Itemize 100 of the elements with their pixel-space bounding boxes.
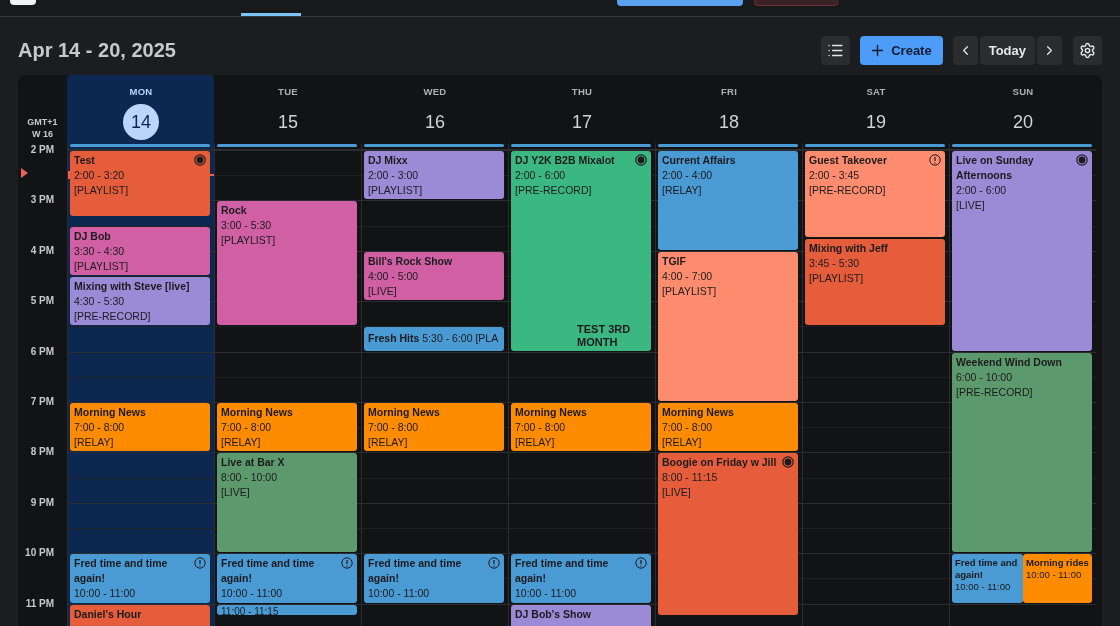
hour-label: 4 PM	[30, 244, 54, 256]
event-card[interactable]: Mixing with Jeff 3:45 - 5:30 [PLAYLIST]	[805, 239, 945, 326]
event-card[interactable]: Daniel's Hour	[70, 604, 210, 626]
danger-button[interactable]	[754, 0, 838, 6]
day-header[interactable]: SUN 20	[949, 75, 1096, 143]
event-tag: [PLAYLIST]	[809, 271, 941, 287]
event-card[interactable]: Guest Takeover 2:00 - 3:45 [PRE-RECORD]	[805, 151, 945, 238]
event-card[interactable]: Weekend Wind Down 6:00 - 10:00 [PRE-RECORD]	[952, 352, 1092, 553]
event-tag: [PLAYLIST]	[74, 183, 206, 198]
event-title: Live at Bar X	[221, 455, 286, 471]
event-card[interactable]: Mixing with Steve [live] 4:30 - 5:30 [PRE-RECORD]	[70, 277, 210, 326]
event-block[interactable]	[952, 144, 1092, 147]
hour-label: 2 PM	[30, 144, 54, 155]
day-header[interactable]: MON 14	[67, 75, 214, 143]
event-card[interactable]: Fresh Hits 5:30 - 6:00 [PLA	[364, 327, 504, 351]
event-card[interactable]: Fred time and time again! 10:00 - 11:00	[511, 554, 651, 603]
primary-button[interactable]	[617, 0, 743, 6]
event-card[interactable]: Fred time and time again! 10:00 - 11:00	[70, 554, 210, 603]
event-title: TGIF	[662, 253, 687, 269]
event-block[interactable]	[805, 144, 945, 147]
list-view-button[interactable]	[821, 35, 851, 65]
weekday-label: FRI	[720, 86, 738, 97]
event-tag: [LIVE]	[662, 485, 794, 501]
event-time: 10:00 - 11:00	[1026, 569, 1083, 582]
hour-label: 6 PM	[30, 345, 54, 357]
event-title: Morning News	[515, 405, 588, 420]
date-number: 16	[424, 110, 446, 134]
event-card[interactable]: Live at Bar X 8:00 - 10:00 [LIVE]	[217, 453, 357, 553]
hour-label: 3 PM	[30, 194, 54, 206]
event-card[interactable]: Morning News 7:00 - 8:00 [RELAY]	[217, 403, 357, 452]
event-title: Boogie on Friday w Jill	[662, 455, 778, 471]
event-card[interactable]: Morning News 7:00 - 8:00 [RELAY]	[511, 403, 651, 452]
event-tag: [RELAY]	[74, 435, 206, 450]
event-card[interactable]: DJ Y2K B2B Mixalot 2:00 - 6:00 [PRE-RECORD] TEST 3RD MONTH	[511, 151, 651, 351]
event-title: Fred time and time again!	[74, 556, 169, 587]
event-card[interactable]: Test 2:00 - 3:20 [PLAYLIST]	[70, 151, 210, 217]
hour-label: 10 PM	[25, 547, 54, 559]
event-time: 4:00 - 7:00	[662, 268, 714, 284]
today-button[interactable]: Today	[979, 35, 1035, 65]
event-time: 2:00 - 6:00	[515, 168, 567, 183]
event-card[interactable]: Morning rides 10:00 - 11:00	[1023, 554, 1092, 603]
event-title: Fresh Hits	[368, 332, 420, 345]
event-card[interactable]: DJ Bob 3:30 - 4:30 [PLAYLIST]	[70, 226, 210, 275]
event-tag: [RELAY]	[662, 183, 794, 198]
event-tag: [PLAYLIST]	[221, 233, 353, 249]
next-button[interactable]	[1037, 35, 1062, 65]
event-block[interactable]	[511, 144, 651, 147]
event-card[interactable]: Morning News 7:00 - 8:00 [RELAY]	[364, 403, 504, 452]
event-title: Test	[74, 153, 96, 168]
event-card[interactable]: Bill's Rock Show 4:00 - 5:00 [LIVE]	[364, 251, 504, 301]
event-block[interactable]	[217, 144, 357, 147]
event-card[interactable]: Rock 3:00 - 5:30 [PLAYLIST]	[217, 201, 357, 326]
event-card[interactable]: Fred time and again! 10:00 - 11:00	[952, 554, 1023, 603]
day-header[interactable]: FRI 18	[655, 75, 802, 143]
event-card[interactable]: Fred time and time again! 10:00 - 11:00	[364, 554, 504, 603]
logo-icon[interactable]	[10, 0, 36, 5]
event-time: 10:00 - 11:00	[368, 586, 431, 602]
event-title: Mixing with Jeff	[809, 241, 889, 257]
day-header[interactable]: TUE 15	[214, 75, 361, 143]
event-title: Live on Sunday Afternoons	[956, 153, 1035, 183]
event-tag: [LIVE]	[956, 198, 1088, 213]
event-time: 10:00 - 11:00	[515, 586, 578, 602]
event-card[interactable]: Morning News 7:00 - 8:00 [RELAY]	[70, 403, 210, 452]
event-time: 11:00 - 11:15	[221, 605, 280, 616]
event-time: 10:00 - 11:00	[221, 586, 284, 602]
settings-button[interactable]	[1073, 35, 1102, 65]
event-block[interactable]	[658, 144, 798, 147]
event-card[interactable]: TGIF 4:00 - 7:00 [PLAYLIST]	[658, 251, 798, 401]
event-tag: [RELAY]	[515, 435, 647, 450]
event-card[interactable]: DJ Mixx 2:00 - 3:00 [PLAYLIST]	[364, 151, 504, 200]
event-time: 7:00 - 8:00	[74, 420, 126, 435]
date-number: 20	[1012, 110, 1034, 134]
event-title: Guest Takeover	[809, 153, 888, 168]
event-card[interactable]: Boogie on Friday w Jill 8:00 - 11:15 [LIVE]	[658, 453, 798, 616]
event-block[interactable]	[70, 144, 210, 147]
event-card[interactable]: Live on Sunday Afternoons 2:00 - 6:00 [LIVE]	[952, 151, 1092, 351]
event-title: Current Affairs	[662, 153, 737, 168]
event-block[interactable]	[364, 144, 504, 147]
event-card[interactable]: Current Affairs 2:00 - 4:00 [RELAY]	[658, 151, 798, 250]
event-title: Daniel's Hour	[74, 606, 143, 622]
event-title: Morning News	[662, 405, 735, 420]
event-card[interactable]: 11:00 - 11:15	[217, 604, 357, 616]
hour-label: 5 PM	[30, 295, 54, 307]
event-time: 2:00 - 3:45	[809, 168, 861, 183]
event-time: 2:00 - 3:00	[368, 168, 420, 183]
day-header[interactable]: WED 16	[361, 75, 508, 143]
day-header[interactable]: THU 17	[508, 75, 655, 143]
date-range-title: Apr 14 - 20, 2025	[18, 38, 177, 62]
day-header[interactable]: SAT 19	[802, 75, 949, 143]
event-tag: [PLA	[475, 332, 499, 345]
previous-button[interactable]	[952, 35, 978, 65]
event-time: 3:30 - 4:30	[74, 243, 126, 259]
event-time: 2:00 - 4:00	[662, 168, 714, 183]
event-card[interactable]: Fred time and time again! 10:00 - 11:00	[217, 554, 357, 603]
event-card[interactable]: Morning News 7:00 - 8:00 [RELAY]	[658, 403, 798, 452]
weekday-label: TUE	[278, 86, 298, 97]
weekday-label: SAT	[866, 86, 886, 97]
event-tag: [PRE-RECORD]	[74, 309, 206, 324]
create-button[interactable]: Create	[860, 35, 943, 65]
event-card[interactable]: DJ Bob's Show	[511, 604, 651, 626]
